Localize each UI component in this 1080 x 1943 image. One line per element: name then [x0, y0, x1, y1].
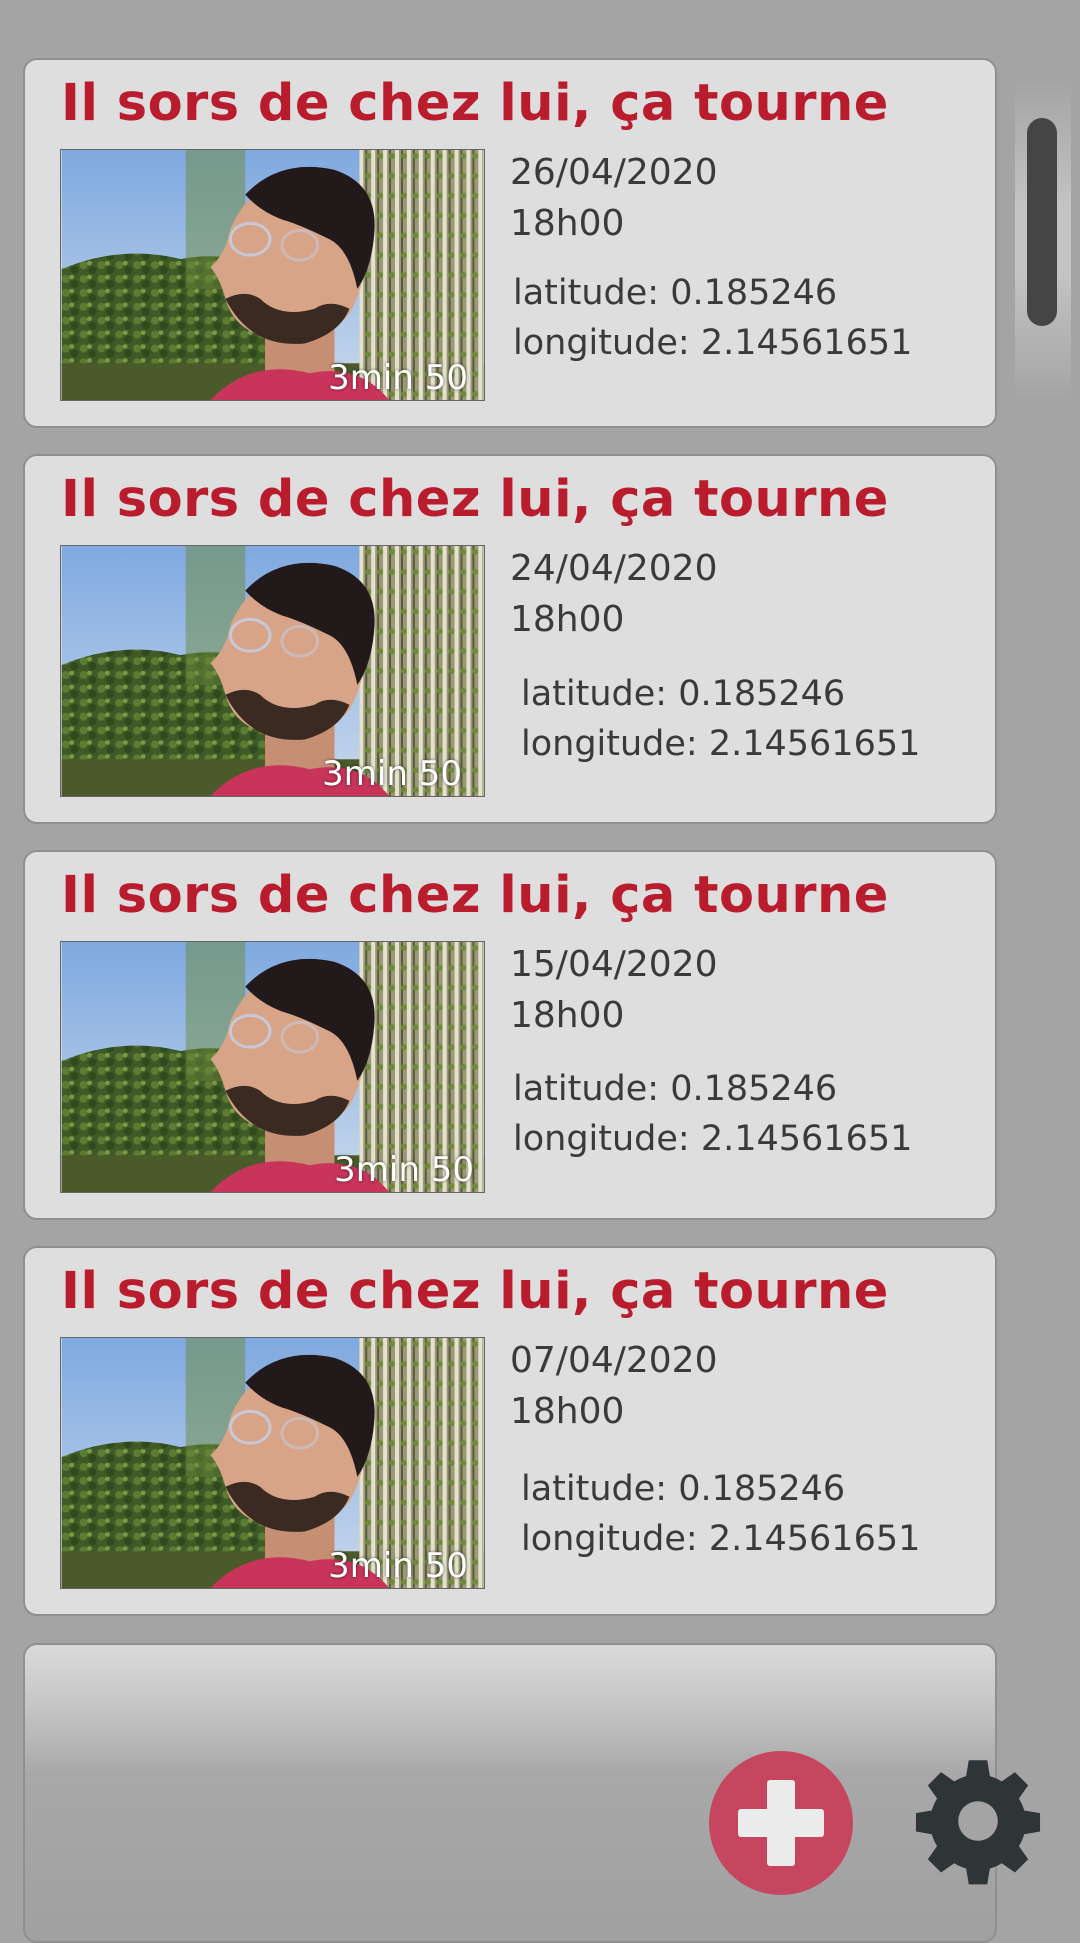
latitude-label: latitude: 0.185246 — [513, 1069, 838, 1109]
video-title: Il sors de chez lui, ça tourne — [61, 470, 889, 529]
video-feed-list[interactable]: Il sors de chez lui, ça tourne 3min 50 2… — [0, 0, 1080, 1943]
video-card[interactable]: Il sors de chez lui, ça tourne 3min 50 1… — [23, 850, 997, 1220]
latitude-label: latitude: 0.185246 — [521, 674, 846, 714]
latitude-label: latitude: 0.185246 — [513, 273, 838, 313]
video-time: 18h00 — [510, 995, 625, 1036]
duration-label: 3min 50 — [328, 358, 468, 398]
video-title: Il sors de chez lui, ça tourne — [61, 74, 889, 133]
video-thumbnail[interactable]: 3min 50 — [60, 545, 485, 797]
video-thumbnail[interactable]: 3min 50 — [60, 941, 485, 1193]
video-card[interactable]: Il sors de chez lui, ça tourne 3min 50 0… — [23, 1246, 997, 1616]
latitude-label: latitude: 0.185246 — [521, 1469, 846, 1509]
longitude-label: longitude: 2.14561651 — [513, 1119, 913, 1159]
duration-label: 3min 50 — [322, 754, 462, 794]
longitude-label: longitude: 2.14561651 — [521, 724, 921, 764]
longitude-label: longitude: 2.14561651 — [513, 323, 913, 363]
video-time: 18h00 — [510, 599, 625, 640]
longitude-label: longitude: 2.14561651 — [521, 1519, 921, 1559]
video-card[interactable]: Il sors de chez lui, ça tourne 3min 50 2… — [23, 454, 997, 824]
video-thumbnail[interactable]: 3min 50 — [60, 149, 485, 401]
duration-label: 3min 50 — [334, 1150, 474, 1190]
video-time: 18h00 — [510, 203, 625, 244]
video-date: 07/04/2020 — [510, 1340, 718, 1381]
video-time: 18h00 — [510, 1391, 625, 1432]
video-date: 15/04/2020 — [510, 944, 718, 985]
video-title: Il sors de chez lui, ça tourne — [61, 1262, 889, 1321]
settings-button[interactable] — [912, 1752, 1044, 1890]
video-date: 24/04/2020 — [510, 548, 718, 589]
duration-label: 3min 50 — [328, 1546, 468, 1586]
video-thumbnail[interactable]: 3min 50 — [60, 1337, 485, 1589]
video-title: Il sors de chez lui, ça tourne — [61, 866, 889, 925]
video-card[interactable]: Il sors de chez lui, ça tourne 3min 50 2… — [23, 58, 997, 428]
add-video-button[interactable] — [709, 1751, 853, 1895]
gear-icon — [915, 1760, 1041, 1885]
scrollbar-thumb[interactable] — [1027, 118, 1057, 326]
plus-icon — [738, 1780, 824, 1866]
video-date: 26/04/2020 — [510, 152, 718, 193]
